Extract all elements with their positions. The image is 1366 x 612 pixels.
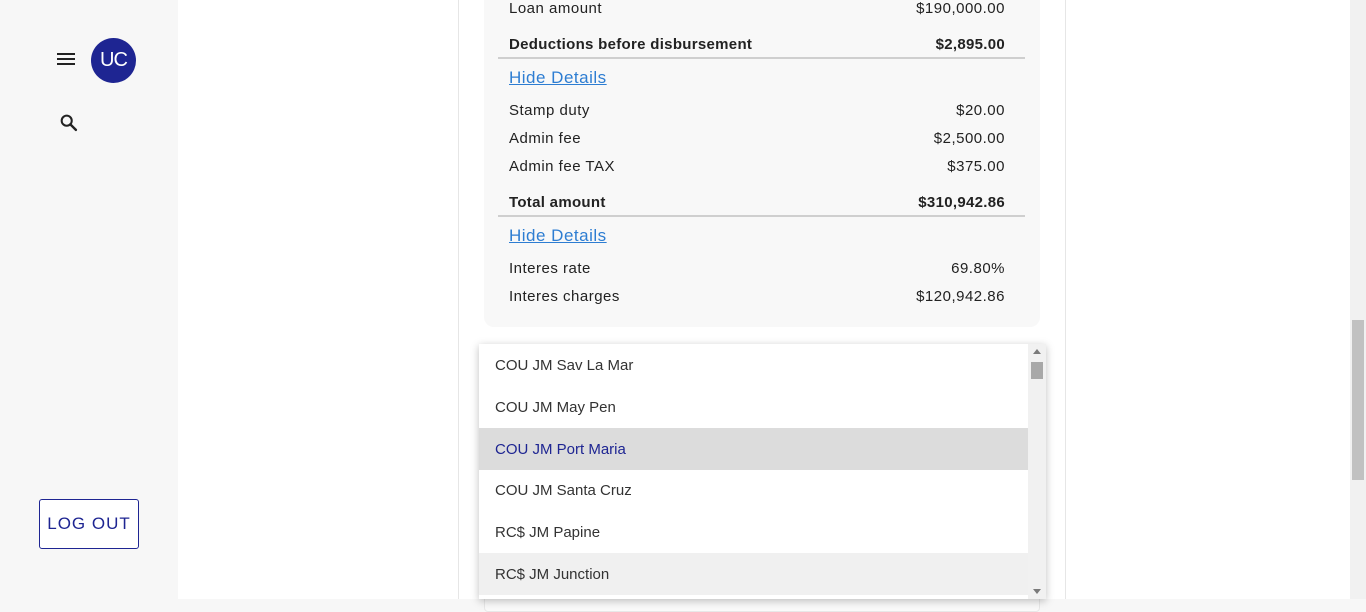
dropdown-option[interactable]: COU JM Sav La Mar bbox=[479, 344, 1028, 386]
deductions-label: Deductions before disbursement bbox=[509, 36, 753, 53]
dropdown-option[interactable]: RC$ JM Junction bbox=[479, 553, 1028, 595]
total-amount-value: $310,942.86 bbox=[918, 194, 1005, 211]
dropdown-option[interactable]: COU JM May Pen bbox=[479, 386, 1028, 428]
admin-fee-row: Admin fee $2,500.00 bbox=[509, 130, 1005, 147]
admin-fee-label: Admin fee bbox=[509, 130, 582, 147]
deductions-value: $2,895.00 bbox=[935, 36, 1005, 53]
search-icon[interactable] bbox=[58, 112, 80, 134]
loan-amount-value: $190,000.00 bbox=[916, 0, 1005, 17]
dropdown-option-selected[interactable]: COU JM Port Maria bbox=[479, 428, 1028, 470]
interest-charges-value: $120,942.86 bbox=[916, 288, 1005, 305]
stamp-duty-row: Stamp duty $20.00 bbox=[509, 102, 1005, 119]
total-amount-row: Total amount $310,942.86 bbox=[509, 194, 1005, 211]
stamp-duty-label: Stamp duty bbox=[509, 102, 590, 119]
loan-amount-label: Loan amount bbox=[509, 0, 603, 17]
sidebar: UC LOG OUT bbox=[0, 0, 178, 599]
interest-rate-row: Interes rate 69.80% bbox=[509, 260, 1005, 277]
avatar[interactable]: UC bbox=[91, 38, 136, 83]
dropdown-option[interactable]: COU JM Santa Cruz bbox=[479, 469, 1028, 511]
dropdown-scrollbar[interactable] bbox=[1028, 344, 1046, 599]
scroll-thumb[interactable] bbox=[1031, 362, 1043, 379]
scroll-down-arrow-icon[interactable] bbox=[1033, 589, 1041, 594]
admin-fee-tax-label: Admin fee TAX bbox=[509, 158, 615, 175]
scroll-up-arrow-icon[interactable] bbox=[1033, 349, 1041, 354]
total-amount-label: Total amount bbox=[509, 194, 606, 211]
interest-charges-row: Interes charges $120,942.86 bbox=[509, 288, 1005, 305]
interest-charges-label: Interes charges bbox=[509, 288, 620, 305]
interest-rate-value: 69.80% bbox=[951, 260, 1005, 277]
page-scrollbar[interactable] bbox=[1350, 0, 1366, 599]
admin-fee-tax-value: $375.00 bbox=[947, 158, 1005, 175]
admin-fee-value: $2,500.00 bbox=[933, 130, 1005, 147]
branch-dropdown-list[interactable]: COU JM Sav La Mar COU JM May Pen COU JM … bbox=[479, 344, 1046, 599]
hide-details-link[interactable]: Hide Details bbox=[509, 68, 607, 88]
interest-rate-label: Interes rate bbox=[509, 260, 591, 277]
admin-fee-tax-row: Admin fee TAX $375.00 bbox=[509, 158, 1005, 175]
hide-details-link[interactable]: Hide Details bbox=[509, 226, 607, 246]
loan-amount-row: Loan amount $190,000.00 bbox=[509, 0, 1005, 17]
divider bbox=[498, 57, 1025, 59]
main-content: Loan amount $190,000.00 Deductions befor… bbox=[178, 0, 1350, 612]
hamburger-menu-icon[interactable] bbox=[55, 50, 77, 70]
logout-button[interactable]: LOG OUT bbox=[39, 499, 139, 549]
dropdown-option[interactable]: RC$ JM Papine bbox=[479, 511, 1028, 553]
page-scroll-thumb[interactable] bbox=[1352, 320, 1364, 480]
divider bbox=[498, 215, 1025, 217]
deductions-row: Deductions before disbursement $2,895.00 bbox=[509, 36, 1005, 53]
stamp-duty-value: $20.00 bbox=[956, 102, 1005, 119]
